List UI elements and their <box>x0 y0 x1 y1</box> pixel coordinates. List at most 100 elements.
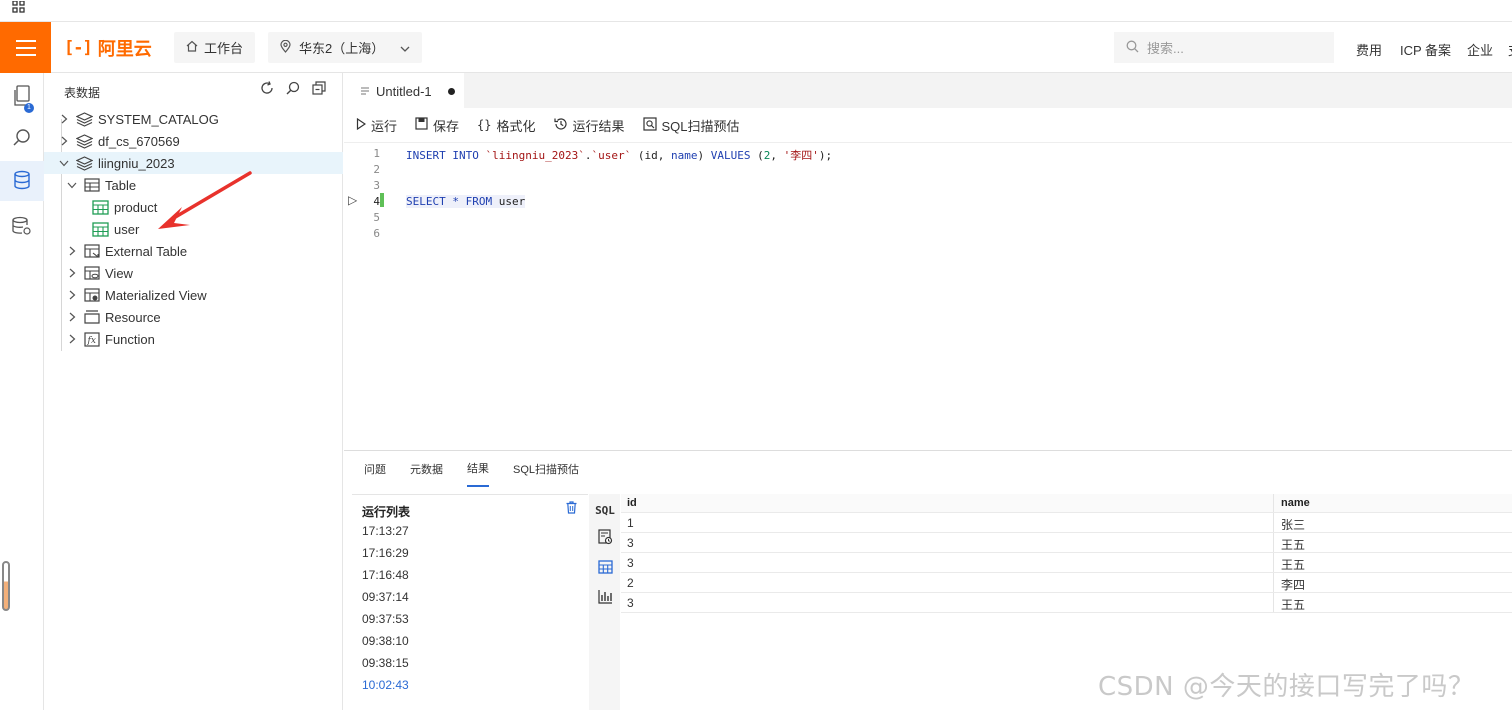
rail-data-source-button[interactable] <box>0 207 44 247</box>
table-row[interactable]: 2 李四 <box>621 573 1512 593</box>
global-search-input[interactable]: 搜索... <box>1114 32 1334 63</box>
sql-code-editor[interactable]: 1 2 3 4 5 6 ▷ INSERT INTO `liingniu_2023… <box>344 143 1512 450</box>
header-link-icp[interactable]: ICP 备案 <box>1400 40 1451 59</box>
run-list-item[interactable]: 17:13:27 <box>362 524 409 538</box>
grid-view-button[interactable] <box>595 558 615 578</box>
code-line-4: SELECT * FROM user <box>406 195 526 208</box>
record-icon <box>597 528 613 548</box>
tab-label: 结果 <box>467 462 489 475</box>
format-label: 格式化 <box>496 118 536 134</box>
tab-untitled-1[interactable]: Untitled-1 <box>344 73 464 108</box>
apps-grid-icon[interactable] <box>12 0 26 16</box>
csdn-watermark: CSDN @今天的接口写完了吗？ <box>1098 672 1475 702</box>
run-list-panel: 运行列表 17:13:27 17:16:29 17:16:48 09:37:14… <box>352 494 588 710</box>
run-result-label: 运行结果 <box>572 118 625 134</box>
left-icon-rail: 1 <box>0 73 44 710</box>
region-selector[interactable]: 华东2（上海） <box>268 32 423 63</box>
header-link-support[interactable]: 支 <box>1508 40 1512 59</box>
run-list-item[interactable]: 09:37:53 <box>362 612 409 626</box>
floating-tool-handle[interactable] <box>2 561 10 611</box>
header-link-enterprise[interactable]: 企业 <box>1467 40 1493 59</box>
braces-icon: {} <box>477 118 492 132</box>
sql-keyword: INSERT INTO <box>406 149 479 162</box>
aliyun-logo-mark-icon: [-] <box>64 38 93 58</box>
tab-sql-scan-estimate[interactable]: SQL扫描预估 <box>513 451 579 487</box>
cell-id[interactable]: 1 <box>627 516 634 530</box>
chevron-down-icon <box>400 40 410 55</box>
search-icon <box>12 128 32 151</box>
run-line-play-icon[interactable]: ▷ <box>348 193 357 207</box>
save-icon <box>415 117 428 133</box>
workbench-button[interactable]: 工作台 <box>174 32 256 63</box>
column-header-id[interactable]: id <box>627 497 637 509</box>
result-panel-tabs: 问题 元数据 结果 SQL扫描预估 <box>344 450 1512 487</box>
rail-database-button[interactable] <box>0 161 44 201</box>
run-list-title: 运行列表 <box>362 505 411 519</box>
files-badge: 1 <box>24 103 34 113</box>
sql-identifier: `liingniu_2023` <box>485 149 585 162</box>
sql-keyword: SELECT <box>406 195 446 208</box>
search-icon <box>1126 40 1139 56</box>
cell-name[interactable]: 王五 <box>1281 536 1305 553</box>
record-view-button[interactable] <box>595 528 615 548</box>
sql-punct: ( <box>750 149 764 162</box>
hamburger-menu-button[interactable] <box>0 22 51 73</box>
run-button[interactable]: 运行 <box>356 116 397 135</box>
cell-id[interactable]: 3 <box>627 596 634 610</box>
tab-label: SQL扫描预估 <box>513 463 580 476</box>
run-result-button[interactable]: 运行结果 <box>553 116 625 135</box>
sql-punct: ) <box>697 149 711 162</box>
save-label: 保存 <box>433 118 460 134</box>
run-list-item[interactable]: 17:16:48 <box>362 568 409 582</box>
cell-name[interactable]: 王五 <box>1281 596 1305 613</box>
location-pin-icon <box>280 39 291 56</box>
bar-chart-icon <box>597 589 613 607</box>
annotation-arrow-icon <box>158 171 252 229</box>
aliyun-logo[interactable]: [-] 阿里云 <box>64 35 152 61</box>
column-header-name[interactable]: name <box>1281 497 1310 509</box>
file-lines-icon <box>360 84 370 99</box>
table-row[interactable]: 3 王五 <box>621 553 1512 573</box>
save-button[interactable]: 保存 <box>415 116 459 135</box>
run-list-item[interactable]: 09:38:15 <box>362 656 409 670</box>
trash-icon[interactable] <box>566 501 577 517</box>
sql-keyword: name <box>670 149 698 162</box>
cell-id[interactable]: 3 <box>627 556 634 570</box>
cell-id[interactable]: 3 <box>627 536 634 550</box>
top-header: [-] 阿里云 工作台 华东2（上海） 搜索... 费用 ICP 备案 企业 支 <box>0 22 1512 73</box>
run-list-item[interactable]: 09:38:10 <box>362 634 409 648</box>
format-button[interactable]: {} 格式化 <box>477 116 535 135</box>
cell-name[interactable]: 王五 <box>1281 556 1305 573</box>
tab-metadata[interactable]: 元数据 <box>410 451 443 487</box>
line-number: 3 <box>373 179 380 192</box>
cell-id[interactable]: 2 <box>627 576 634 590</box>
header-link-billing[interactable]: 费用 <box>1356 40 1382 59</box>
history-icon <box>553 117 568 134</box>
run-list-item[interactable]: 09:37:14 <box>362 590 409 604</box>
database-settings-icon <box>11 216 33 239</box>
scan-icon <box>642 116 657 134</box>
sql-scan-estimate-button[interactable]: SQL扫描预估 <box>642 116 740 135</box>
column-divider <box>1273 494 1274 512</box>
rail-search-button[interactable] <box>0 119 44 159</box>
sql-punct: ); <box>818 149 833 162</box>
run-list-item[interactable]: 17:16:29 <box>362 546 409 560</box>
sql-view-button[interactable]: SQL <box>595 500 615 520</box>
column-divider <box>1273 553 1274 572</box>
grid-header-row: id name <box>621 494 1512 513</box>
column-divider <box>1273 513 1274 532</box>
sql-keyword: VALUES <box>710 149 751 162</box>
rail-files-button[interactable]: 1 <box>0 77 44 117</box>
sql-string: '李四' <box>783 149 819 162</box>
result-grid: id name 1 张三 3 王五 3 王五 2 李四 3 王五 <box>621 494 1512 613</box>
table-row[interactable]: 1 张三 <box>621 513 1512 533</box>
table-row[interactable]: 3 王五 <box>621 533 1512 553</box>
tab-results[interactable]: 结果 <box>467 451 489 487</box>
table-row[interactable]: 3 王五 <box>621 593 1512 613</box>
chart-view-button[interactable] <box>595 588 615 608</box>
cell-name[interactable]: 李四 <box>1281 576 1305 593</box>
sql-identifier: user <box>492 195 526 208</box>
tab-problems[interactable]: 问题 <box>364 451 386 487</box>
run-list-item-selected[interactable]: 10:02:43 <box>362 678 409 692</box>
cell-name[interactable]: 张三 <box>1281 516 1305 533</box>
